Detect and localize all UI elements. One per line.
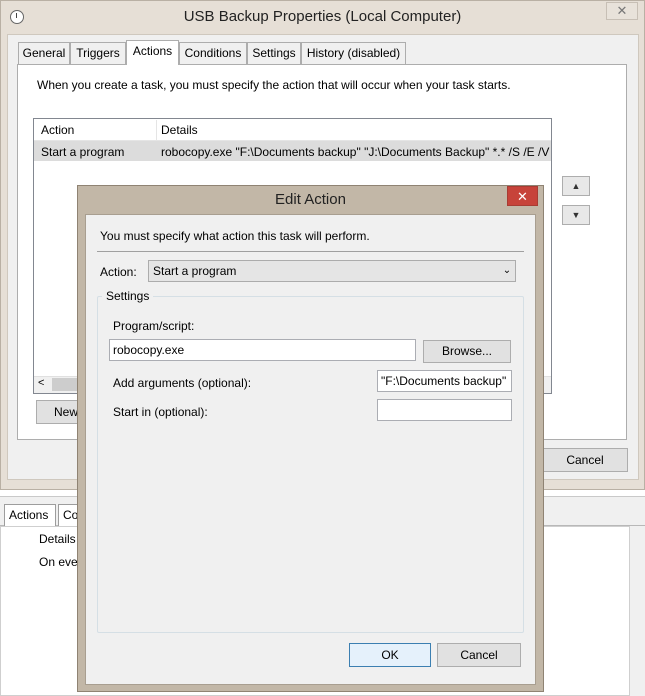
column-header-details[interactable]: Details [161, 123, 198, 137]
add-arguments-label: Add arguments (optional): [113, 376, 252, 390]
edit-action-close-button[interactable]: ✕ [507, 186, 538, 206]
tab-history[interactable]: History (disabled) [301, 42, 406, 64]
scheduler-tab-actions-label: Actions [9, 508, 49, 522]
start-in-label: Start in (optional): [113, 405, 208, 419]
tab-conditions[interactable]: Conditions [179, 42, 247, 64]
properties-cancel-button[interactable]: Cancel [542, 448, 628, 472]
chevron-down-icon[interactable]: ⌄ [500, 262, 514, 280]
column-header-action[interactable]: Action [41, 123, 74, 137]
edit-action-title: Edit Action [275, 191, 346, 208]
properties-close-button[interactable]: ✕ [606, 2, 638, 20]
tab-triggers[interactable]: Triggers [70, 42, 126, 64]
scheduler-scrollbar[interactable] [630, 526, 645, 696]
properties-title: USB Backup Properties (Local Computer) [183, 8, 462, 25]
actions-description: When you create a task, you must specify… [37, 78, 511, 92]
move-down-button[interactable]: ▼ [562, 205, 590, 225]
scheduler-column-details: Details [39, 532, 76, 546]
browse-button[interactable]: Browse... [423, 340, 511, 363]
chevron-up-icon: ▲ [571, 181, 581, 191]
actions-list-header [34, 119, 551, 141]
scroll-left-icon[interactable]: < [38, 377, 44, 389]
settings-group-label: Settings [102, 289, 154, 303]
scheduler-tab-actions[interactable]: Actions [4, 504, 56, 526]
scheduler-row-trigger[interactable]: On eve [39, 555, 78, 569]
action-select[interactable]: Start a program [148, 260, 516, 282]
divider [97, 251, 524, 252]
column-separator[interactable] [156, 120, 157, 140]
ok-button[interactable]: OK [349, 643, 431, 667]
tab-settings[interactable]: Settings [247, 42, 301, 64]
program-script-label: Program/script: [113, 319, 195, 333]
action-label: Action: [100, 265, 137, 279]
edit-cancel-button[interactable]: Cancel [437, 643, 521, 667]
list-item-action: Start a program [41, 145, 125, 159]
chevron-down-icon: ▼ [571, 210, 581, 220]
add-arguments-input[interactable]: "F:\Documents backup" [377, 370, 512, 392]
program-script-input[interactable]: robocopy.exe [109, 339, 416, 361]
start-in-input[interactable] [377, 399, 512, 421]
tab-general[interactable]: General [18, 42, 70, 64]
edit-action-instruction: You must specify what action this task w… [100, 229, 370, 243]
move-up-button[interactable]: ▲ [562, 176, 590, 196]
tab-actions[interactable]: Actions [126, 40, 179, 65]
list-item-details: robocopy.exe "F:\Documents backup" "J:\D… [161, 145, 550, 159]
